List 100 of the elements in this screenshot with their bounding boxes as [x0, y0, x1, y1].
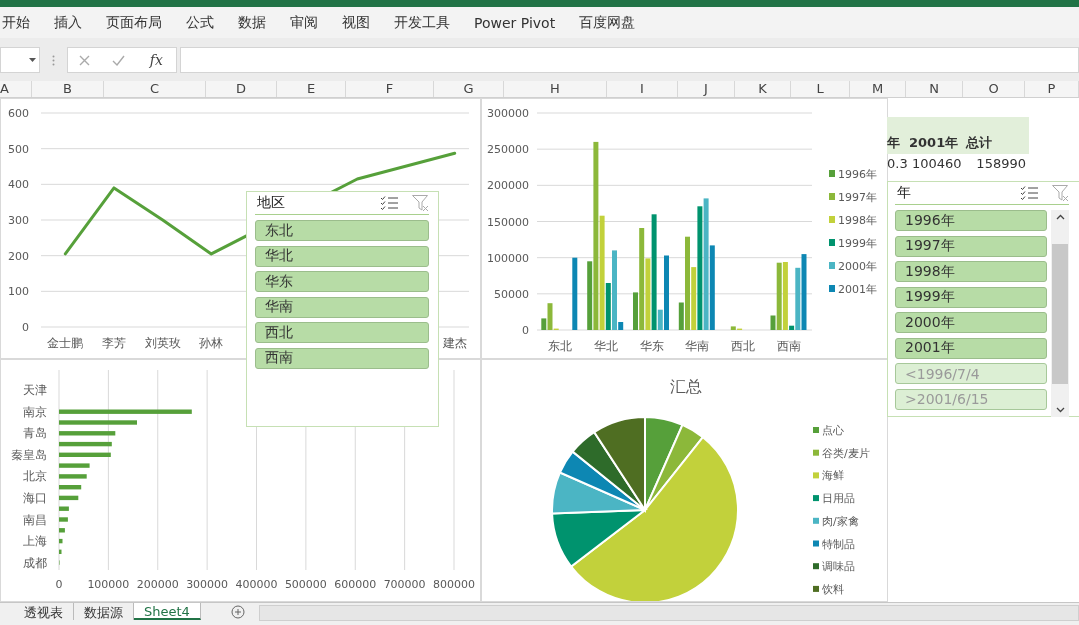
chevron-down-icon[interactable]	[1055, 407, 1065, 413]
slicer-item[interactable]: 1996年	[895, 210, 1048, 231]
chart-panel[interactable]: 0 50000 100000 150000 200000 250000 300000 东北 华北 华东 华南 西北 西南 1996年 1997年 1998年 1999年 2000年 2001年	[481, 98, 888, 359]
insert-function-button[interactable]: fx	[147, 52, 165, 68]
column-header[interactable]: A	[0, 81, 32, 97]
bar	[59, 549, 62, 554]
scrollbar-thumb[interactable]	[1052, 243, 1069, 384]
slicer-item[interactable]: 华东	[255, 271, 429, 292]
chart-panel[interactable]: 汇总 点心 谷类/麦片 海鲜 日用品 肉/家禽 特制品 调味品 饮料	[481, 359, 888, 602]
slicer-item[interactable]: 1997年	[895, 235, 1048, 257]
ribbon-tab[interactable]: 百度网盘	[567, 10, 648, 35]
column-header[interactable]: P	[1025, 81, 1079, 97]
horizontal-scrollbar[interactable]	[258, 605, 1079, 621]
scrollbar[interactable]	[1051, 210, 1069, 417]
slicer-item[interactable]: 西北	[255, 322, 429, 343]
ribbon-tab[interactable]: 开始	[0, 10, 42, 35]
legend-label: 1996年	[838, 168, 877, 181]
legend-label: 调味品	[822, 560, 855, 574]
column-header[interactable]: C	[104, 81, 206, 97]
column-header[interactable]: N	[906, 81, 963, 97]
pivot-cell-text: 158990	[975, 155, 1027, 173]
slicer-item[interactable]: 华北	[255, 245, 429, 267]
column-header[interactable]: J	[678, 81, 735, 97]
ribbon-tab[interactable]: 插入	[42, 10, 94, 35]
legend-swatch	[813, 427, 819, 433]
cancel-icon[interactable]	[79, 54, 91, 66]
legend-label: 谷类/麦片	[822, 446, 870, 460]
legend-swatch	[813, 585, 819, 592]
formula-input[interactable]	[180, 47, 1079, 73]
slicer-title: 年	[896, 184, 912, 202]
clear-filter-icon[interactable]	[412, 194, 429, 212]
axis-label: 150000	[487, 215, 529, 229]
legend-label: 1997年	[838, 191, 877, 204]
enter-icon[interactable]	[112, 54, 126, 66]
bar	[59, 474, 87, 479]
category-label: 成都	[23, 555, 47, 570]
category-label: 北京	[23, 469, 47, 484]
column-header[interactable]: O	[963, 81, 1025, 97]
axis-label: 250000	[487, 143, 529, 157]
column-header[interactable]: K	[735, 81, 791, 97]
category-label: 东北	[547, 339, 572, 353]
ribbon-tab[interactable]: 页面布局	[94, 10, 174, 35]
sheet-tab[interactable]: Sheet4	[134, 603, 201, 620]
axis-label: 600	[8, 107, 29, 120]
axis-label: 200000	[487, 179, 529, 193]
slicer-item[interactable]: 东北	[255, 220, 429, 241]
slicer-item[interactable]: 1999年	[895, 286, 1048, 308]
chevron-up-icon[interactable]	[1055, 214, 1065, 220]
slicer-item[interactable]: 2001年	[895, 337, 1048, 359]
category-label: 西南	[777, 339, 802, 353]
multi-select-icon[interactable]	[381, 196, 398, 210]
vertical-dots-icon[interactable]	[52, 54, 55, 66]
axis-label: 800000	[433, 578, 475, 591]
bar	[59, 485, 82, 490]
legend-swatch	[813, 540, 819, 547]
axis-label: 300000	[487, 107, 529, 120]
bar	[59, 528, 65, 533]
column-header[interactable]: D	[206, 81, 277, 97]
axis-label: 500	[8, 142, 29, 156]
column-header[interactable]: F	[346, 81, 434, 97]
axis-label: 400	[8, 178, 29, 192]
slicer-item[interactable]: 2000年	[895, 312, 1048, 333]
sheet-tab[interactable]: 透视表	[14, 603, 74, 620]
axis-label: 300	[8, 214, 29, 227]
legend-label: 1998年	[838, 214, 877, 227]
slicer-item[interactable]: 西南	[255, 347, 429, 369]
ribbon-tab[interactable]: 审阅	[278, 10, 330, 35]
column-header[interactable]: M	[850, 81, 906, 97]
ribbon-tab[interactable]: 视图	[330, 10, 382, 35]
caret-icon[interactable]	[29, 58, 36, 62]
category-label: 上海	[23, 534, 47, 549]
axis-label: 200000	[136, 578, 179, 591]
column-header[interactable]: B	[32, 81, 104, 97]
axis-label: 100000	[87, 578, 130, 591]
legend-label: 肉/家禽	[822, 514, 859, 528]
column-header[interactable]: I	[607, 81, 678, 97]
axis-label: 100	[8, 285, 29, 299]
ribbon-tab[interactable]: Power Pivot	[462, 11, 568, 34]
column-header[interactable]: E	[277, 81, 346, 97]
column-header[interactable]: L	[791, 81, 850, 97]
axis-label: 500000	[284, 578, 327, 591]
ribbon-tab[interactable]: 开发工具	[382, 10, 462, 35]
slicer-item[interactable]: 1998年	[895, 261, 1048, 282]
legend-label: 饮料	[822, 582, 844, 596]
column-header[interactable]: G	[434, 81, 504, 97]
column-header[interactable]: H	[504, 81, 607, 97]
add-sheet-icon[interactable]	[230, 605, 245, 619]
bar	[59, 463, 90, 468]
pivot-header-cell: 年	[887, 117, 907, 154]
axis-label: 100000	[487, 251, 529, 265]
bar	[59, 506, 69, 511]
multi-select-icon[interactable]	[1021, 186, 1038, 200]
category-label: 南昌	[23, 512, 47, 527]
legend-swatch	[829, 193, 835, 200]
slicer-item[interactable]: 华南	[255, 296, 429, 318]
ribbon-tab[interactable]: 公式	[174, 10, 226, 35]
pivot-cell-text: 0.3	[887, 155, 907, 173]
legend-swatch	[829, 170, 835, 177]
ribbon-tab[interactable]: 数据	[226, 10, 278, 35]
clear-filter-icon[interactable]	[1052, 184, 1069, 202]
